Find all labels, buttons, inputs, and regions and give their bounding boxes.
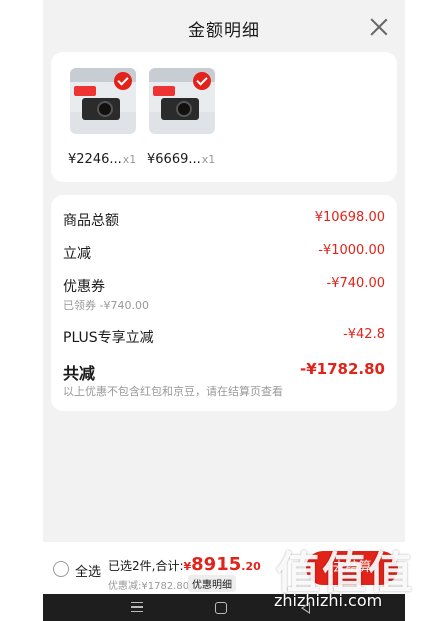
product-price: ¥6669...x1 <box>147 152 216 167</box>
home-icon[interactable] <box>215 602 227 614</box>
discount-detail-button[interactable]: 优惠明细 <box>188 575 236 592</box>
total-discount-label: 共减 <box>63 364 96 383</box>
instant-discount-label: 立减 <box>63 246 91 262</box>
coupon-label: 优惠券 <box>63 279 105 295</box>
camera-product-thumbnail <box>149 68 215 134</box>
goods-total-row: 商品总额 ¥10698.00 <box>63 210 385 230</box>
total-discount-value: -¥1782.80 <box>300 360 385 378</box>
select-all-radio[interactable] <box>53 561 69 577</box>
watermark-url: zhizhizhi.com <box>274 591 383 610</box>
product-quantity: x1 <box>122 153 137 166</box>
check-icon[interactable] <box>193 72 211 90</box>
total-discount-row: 共减 -¥1782.80 <box>63 360 385 383</box>
instant-discount-value: -¥1000.00 <box>318 243 385 258</box>
product-price: ¥2246...x1 <box>68 152 137 167</box>
plus-discount-row: PLUS专享立减 -¥42.8 <box>63 327 385 347</box>
watermark: 值值值 zhizhizhi.com <box>268 537 418 621</box>
check-icon[interactable] <box>114 72 132 90</box>
select-all-label[interactable]: 全选 <box>75 561 101 580</box>
plus-discount-label: PLUS专享立减 <box>63 330 154 346</box>
amount-breakdown-card: 商品总额 ¥10698.00 立减 -¥1000.00 优惠券 -¥740.00… <box>51 195 397 411</box>
coupon-row: 优惠券 -¥740.00 <box>63 276 385 296</box>
instant-discount-row: 立减 -¥1000.00 <box>63 243 385 263</box>
coupon-value: -¥740.00 <box>326 276 385 291</box>
selected-summary: 已选2件,合计:¥8915.20 <box>108 554 261 575</box>
camera-product-thumbnail <box>70 68 136 134</box>
sheet-header: 金额明细 <box>43 0 405 56</box>
product-quantity: x1 <box>201 153 216 166</box>
plus-discount-value: -¥42.8 <box>343 327 385 342</box>
total-amount: 8915 <box>191 554 242 575</box>
sheet-title: 金额明细 <box>188 21 260 41</box>
discount-summary: 优惠减:¥1782.80 <box>108 581 190 592</box>
product-list-card: ¥2246...x1 ¥6669...x1 <box>51 52 397 182</box>
goods-total-value: ¥10698.00 <box>314 210 385 225</box>
goods-total-label: 商品总额 <box>63 213 119 229</box>
coupon-note: 已领券 -¥740.00 <box>63 299 149 312</box>
menu-icon[interactable] <box>131 602 143 612</box>
close-icon[interactable] <box>369 17 389 37</box>
total-currency: ¥ <box>183 560 192 573</box>
total-discount-note: 以上优惠不包含红包和京豆，请在结算页查看 <box>63 385 283 398</box>
total-decimal: .20 <box>241 560 261 573</box>
amount-detail-sheet: 金额明细 ¥2246...x1 ¥6669...x1 商品总额 ¥10698.0… <box>43 0 405 621</box>
